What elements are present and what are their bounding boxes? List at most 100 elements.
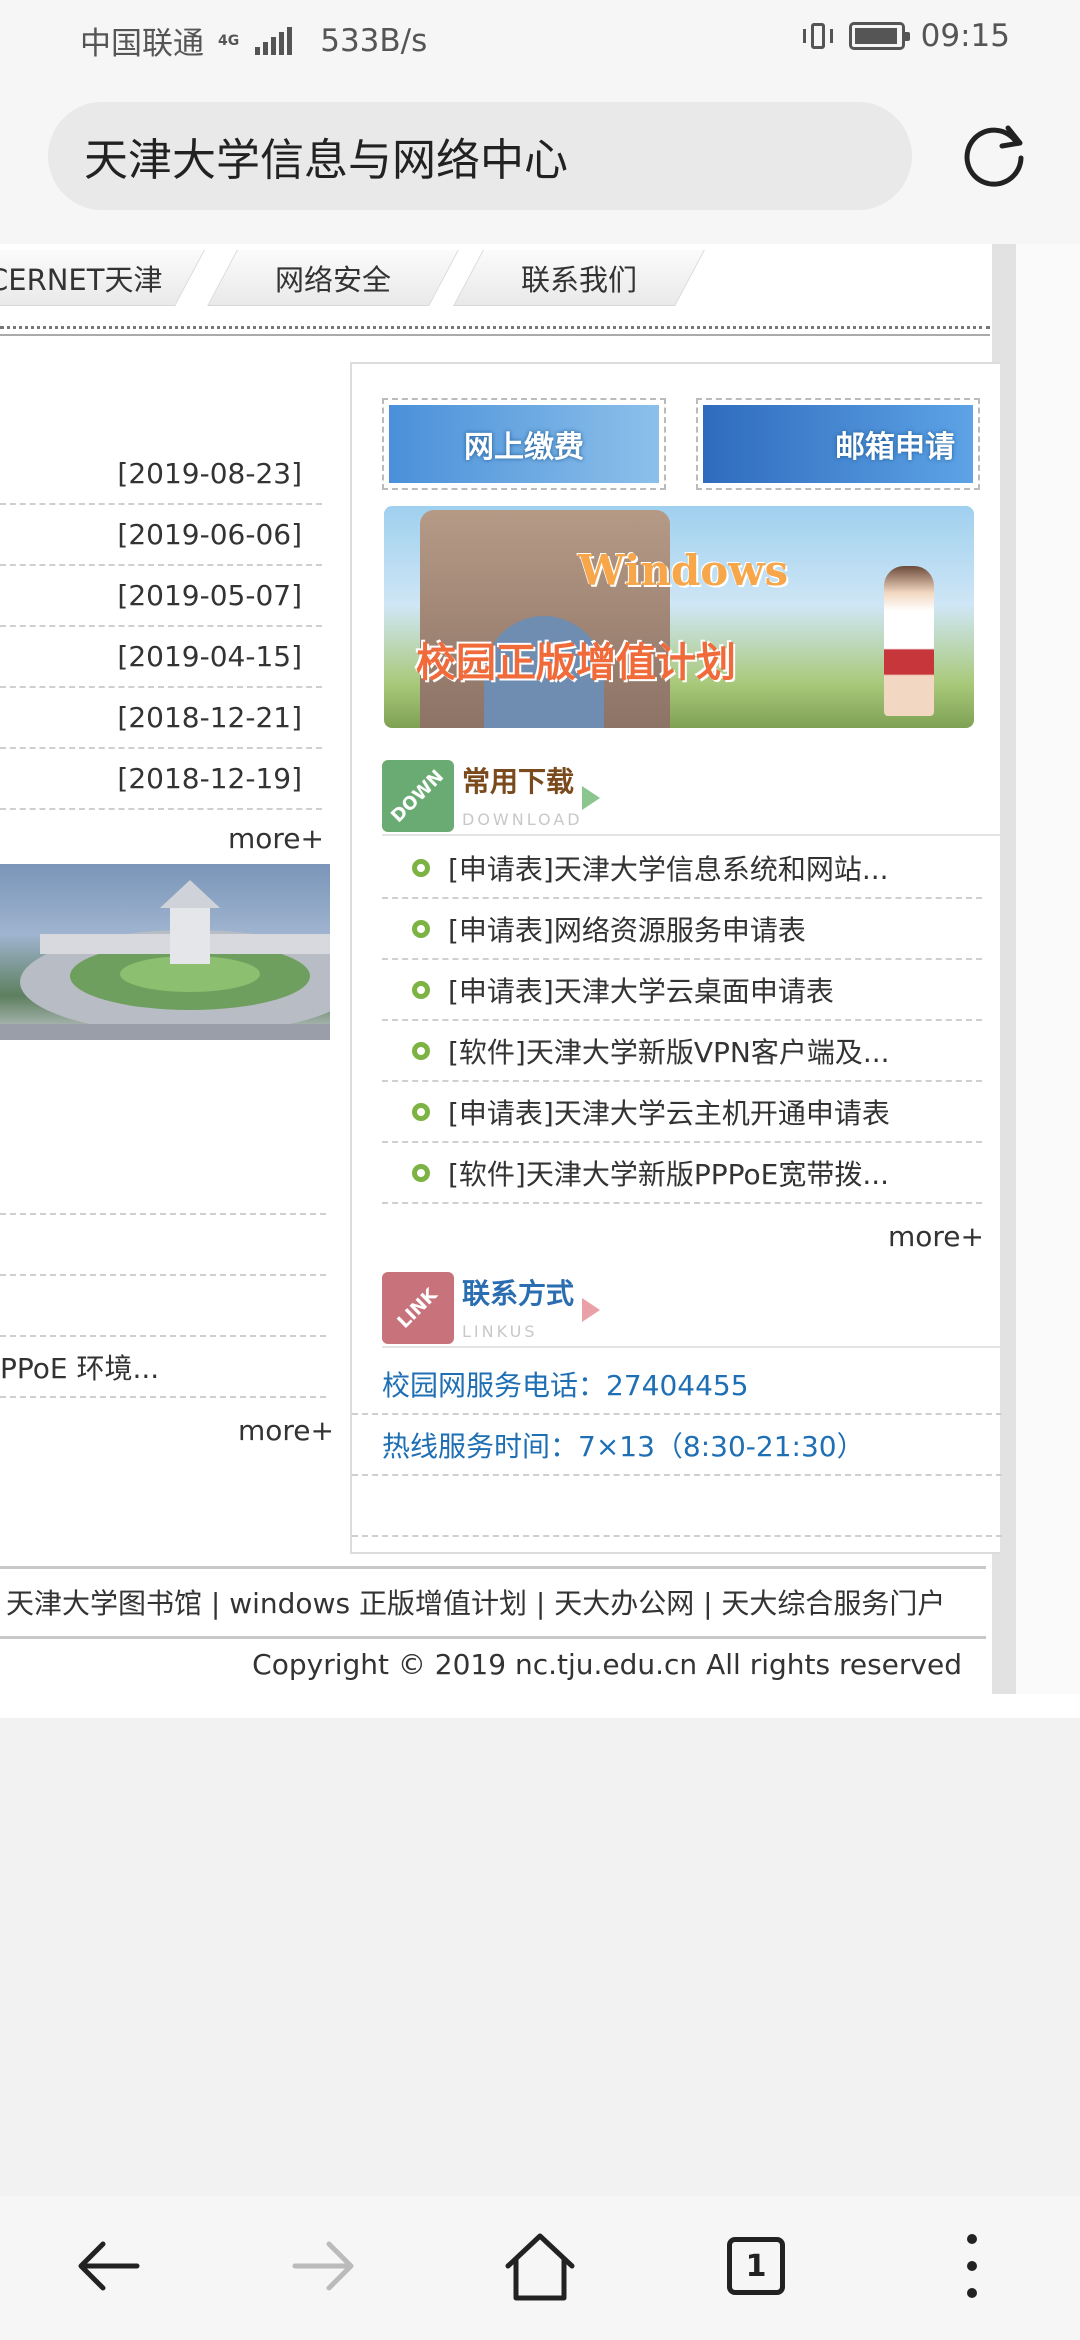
tab-network-security[interactable]: 网络安全 [207, 250, 459, 306]
download-title: [申请表]网络资源服务申请表 [448, 913, 806, 947]
list-item[interactable] [0, 1215, 326, 1276]
list-item[interactable]: [申请表]天津大学云桌面申请表 [382, 960, 982, 1021]
list-item[interactable]: [2018-12-19] [0, 749, 322, 810]
contact-header: LINK 联系方式 LINKUS [382, 1272, 1002, 1348]
list-item[interactable]: [软件]天津大学新版PPPoE宽带拨... [382, 1143, 982, 1204]
copyright: Copyright © 2019 nc.tju.edu.cn All right… [252, 1648, 962, 1681]
list-item[interactable]: [软件]天津大学新版VPN客户端及... [382, 1021, 982, 1082]
clock: 09:15 [920, 18, 1010, 54]
web-page: CERNET天津 网络安全 联系我们 [2019-08-23] [2019-06… [0, 244, 1080, 1718]
vibrate-icon [802, 21, 833, 51]
online-payment-banner[interactable]: 网上缴费 [382, 398, 666, 490]
back-button[interactable] [58, 2216, 158, 2316]
bullet-icon [412, 1041, 430, 1060]
arrow-right-icon [292, 2241, 354, 2291]
arrow-right-icon [582, 786, 600, 810]
email-apply-banner[interactable]: 邮箱申请 [696, 398, 980, 490]
list-item[interactable]: [2019-06-06] [0, 505, 322, 566]
news-title: PPoE 环境... [0, 1351, 160, 1385]
download-title: [申请表]天津大学信息系统和网站... [448, 852, 889, 886]
news-list: [2019-08-23] [2019-06-06] [2019-05-07] [… [0, 444, 322, 810]
network-speed: 533B/s [320, 22, 428, 59]
bullet-icon [412, 919, 430, 938]
email-apply-label: 邮箱申请 [703, 405, 973, 483]
bullet-icon [412, 1102, 430, 1121]
news2-more-link[interactable]: more+ [238, 1414, 334, 1447]
contact-phone: 校园网服务电话：27404455 [352, 1354, 1002, 1415]
tabs-icon: 1 [727, 2237, 785, 2295]
carrier-label: 中国联通 [80, 26, 204, 62]
home-button[interactable] [490, 2216, 590, 2316]
downloads-subtitle: DOWNLOAD [462, 810, 583, 829]
download-icon: DOWN [382, 760, 454, 832]
home-icon [505, 2233, 575, 2301]
tab-network-security-label: 网络安全 [275, 262, 392, 297]
contact-empty-row [352, 1476, 1002, 1537]
downloads-header: DOWN 常用下载 DOWNLOAD [382, 760, 1002, 836]
campus-building-illustration [0, 880, 330, 1040]
list-item[interactable]: [2019-04-15] [0, 627, 322, 688]
campus-photo[interactable] [0, 864, 330, 1040]
bullet-icon [412, 1163, 430, 1182]
list-item[interactable] [0, 1154, 326, 1215]
sidebar: 网上缴费 邮箱申请 Windows 校园正版增值计划 DOWN 常用下载 DOW… [350, 362, 1002, 1554]
contact-title: 联系方式 [462, 1277, 575, 1310]
list-item[interactable]: [2018-12-21] [0, 688, 322, 749]
list-item[interactable] [0, 1276, 326, 1337]
nav-divider [0, 326, 990, 329]
more-vertical-icon [967, 2234, 977, 2298]
footer-divider [0, 1636, 986, 1639]
list-item[interactable]: [申请表]天津大学云主机开通申请表 [382, 1082, 982, 1143]
list-item[interactable]: [申请表]网络资源服务申请表 [382, 899, 982, 960]
arrow-right-icon [582, 1298, 600, 1322]
news-more-link[interactable]: more+ [228, 822, 324, 855]
page-margin [1016, 244, 1080, 1694]
online-payment-label: 网上缴费 [389, 405, 659, 483]
nav-divider-line [0, 334, 990, 336]
menu-button[interactable] [922, 2216, 1022, 2316]
news-list-2: PPoE 环境... [0, 1154, 326, 1398]
list-item[interactable]: [申请表]天津大学信息系统和网站... [382, 838, 982, 899]
status-bar: 中国联通 4G 533B/s 09:15 [0, 0, 1080, 72]
contact-subtitle: LINKUS [462, 1322, 538, 1341]
battery-icon [848, 22, 910, 50]
news-date: [2019-08-23] [117, 457, 302, 490]
footer-divider [0, 1566, 986, 1569]
browser-bottom-nav: 1 [0, 2196, 1080, 2340]
downloads-more-link[interactable]: more+ [888, 1220, 984, 1253]
link-icon: LINK [382, 1272, 454, 1344]
tab-contact-us-label: 联系我们 [521, 262, 638, 297]
list-item[interactable]: [2019-05-07] [0, 566, 322, 627]
news-date: [2018-12-21] [117, 701, 302, 734]
site-nav: CERNET天津 网络安全 联系我们 [0, 244, 990, 324]
tabs-button[interactable]: 1 [706, 2216, 806, 2316]
news-date: [2019-04-15] [117, 640, 302, 673]
footer-links[interactable]: 天津大学图书馆 | windows 正版增值计划 | 天大办公网 | 天大综合服… [6, 1582, 945, 1622]
list-item[interactable]: PPoE 环境... [0, 1337, 326, 1398]
download-title: [软件]天津大学新版VPN客户端及... [448, 1035, 890, 1069]
bullet-icon [412, 980, 430, 999]
news-date: [2019-06-06] [117, 518, 302, 551]
news-date: [2018-12-19] [117, 762, 302, 795]
banner-title-cn: 校园正版增值计划 [416, 640, 736, 686]
forward-button[interactable] [274, 2216, 374, 2316]
windows-campus-banner[interactable]: Windows 校园正版增值计划 [384, 506, 974, 728]
list-item[interactable]: [2019-08-23] [0, 444, 322, 505]
download-title: [申请表]天津大学云主机开通申请表 [448, 1096, 890, 1130]
download-title: [申请表]天津大学云桌面申请表 [448, 974, 834, 1008]
reload-icon[interactable] [960, 118, 1030, 188]
downloads-list: [申请表]天津大学信息系统和网站... [申请表]网络资源服务申请表 [申请表]… [382, 838, 982, 1204]
browser-address-bar: 天津大学信息与网络中心 [0, 72, 1080, 244]
contact-info: 校园网服务电话：27404455 热线服务时间：7×13（8:30-21:30） [352, 1354, 1002, 1537]
mascot-illustration [884, 566, 934, 716]
contact-hours: 热线服务时间：7×13（8:30-21:30） [352, 1415, 1002, 1476]
bullet-icon [412, 858, 430, 877]
downloads-title: 常用下载 [462, 765, 575, 798]
signal-icon [255, 26, 293, 55]
network-type: 4G [218, 32, 240, 49]
tab-cernet-label: CERNET天津 [0, 262, 163, 297]
tab-cernet[interactable]: CERNET天津 [0, 250, 205, 306]
tab-contact-us[interactable]: 联系我们 [453, 250, 705, 306]
tab-count: 1 [745, 2248, 767, 2284]
url-field[interactable]: 天津大学信息与网络中心 [48, 102, 912, 210]
